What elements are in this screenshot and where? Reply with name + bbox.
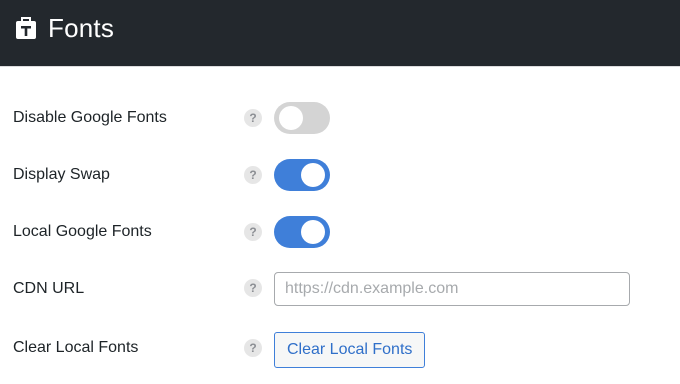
setting-row-disable-google-fonts: Disable Google Fonts ?	[0, 98, 680, 138]
help-icon[interactable]: ?	[244, 166, 262, 184]
help-icon[interactable]: ?	[244, 339, 262, 357]
clear-local-fonts-button[interactable]: Clear Local Fonts	[274, 332, 426, 368]
help-icon[interactable]: ?	[244, 279, 262, 297]
help-icon[interactable]: ?	[244, 223, 262, 241]
display-swap-toggle[interactable]	[274, 159, 330, 191]
setting-row-cdn-url: CDN URL ?	[0, 269, 680, 309]
setting-label: Local Google Fonts	[13, 223, 152, 240]
help-icon[interactable]: ?	[244, 109, 262, 127]
local-google-fonts-toggle[interactable]	[274, 216, 330, 248]
text-font-icon	[14, 16, 38, 40]
toggle-knob	[279, 106, 303, 130]
page-title: Fonts	[48, 13, 115, 43]
setting-row-display-swap: Display Swap ?	[0, 155, 680, 195]
header-divider	[0, 66, 680, 67]
page-header: Fonts	[0, 0, 680, 66]
setting-label: Disable Google Fonts	[13, 109, 167, 126]
disable-google-fonts-toggle[interactable]	[274, 102, 330, 134]
setting-label: CDN URL	[13, 280, 85, 297]
setting-row-clear-local-fonts: Clear Local Fonts ? Clear Local Fonts	[0, 329, 680, 369]
toggle-knob	[301, 220, 325, 244]
cdn-url-input[interactable]	[274, 272, 630, 306]
toggle-knob	[301, 163, 325, 187]
setting-row-local-google-fonts: Local Google Fonts ?	[0, 212, 680, 252]
setting-label: Display Swap	[13, 166, 110, 183]
setting-label: Clear Local Fonts	[13, 339, 139, 356]
